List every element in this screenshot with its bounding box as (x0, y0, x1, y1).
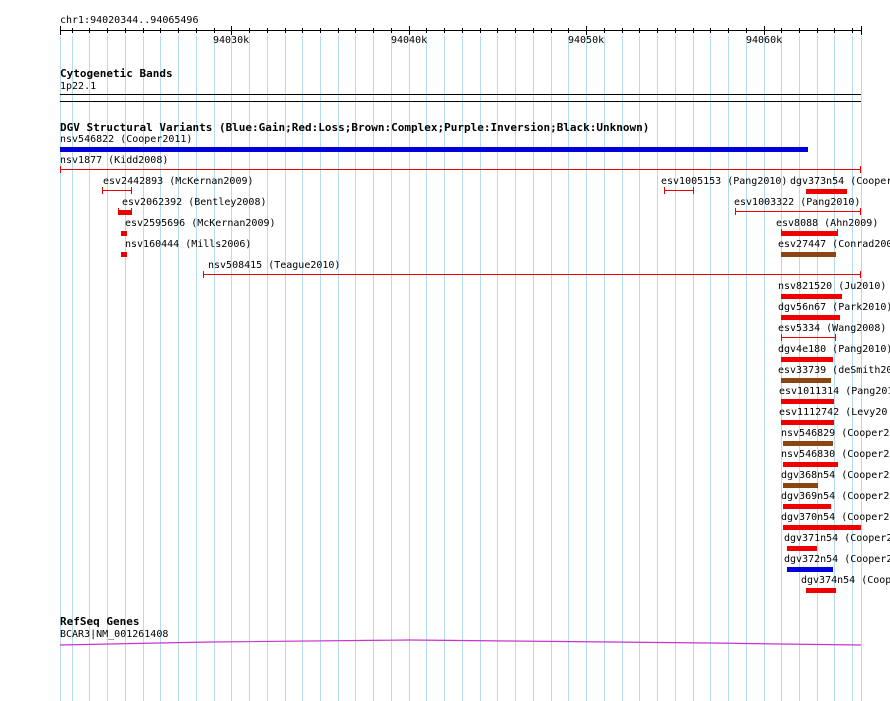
refseq-gene-line[interactable] (59, 639, 862, 646)
refseq-gene-model[interactable] (0, 0, 890, 701)
